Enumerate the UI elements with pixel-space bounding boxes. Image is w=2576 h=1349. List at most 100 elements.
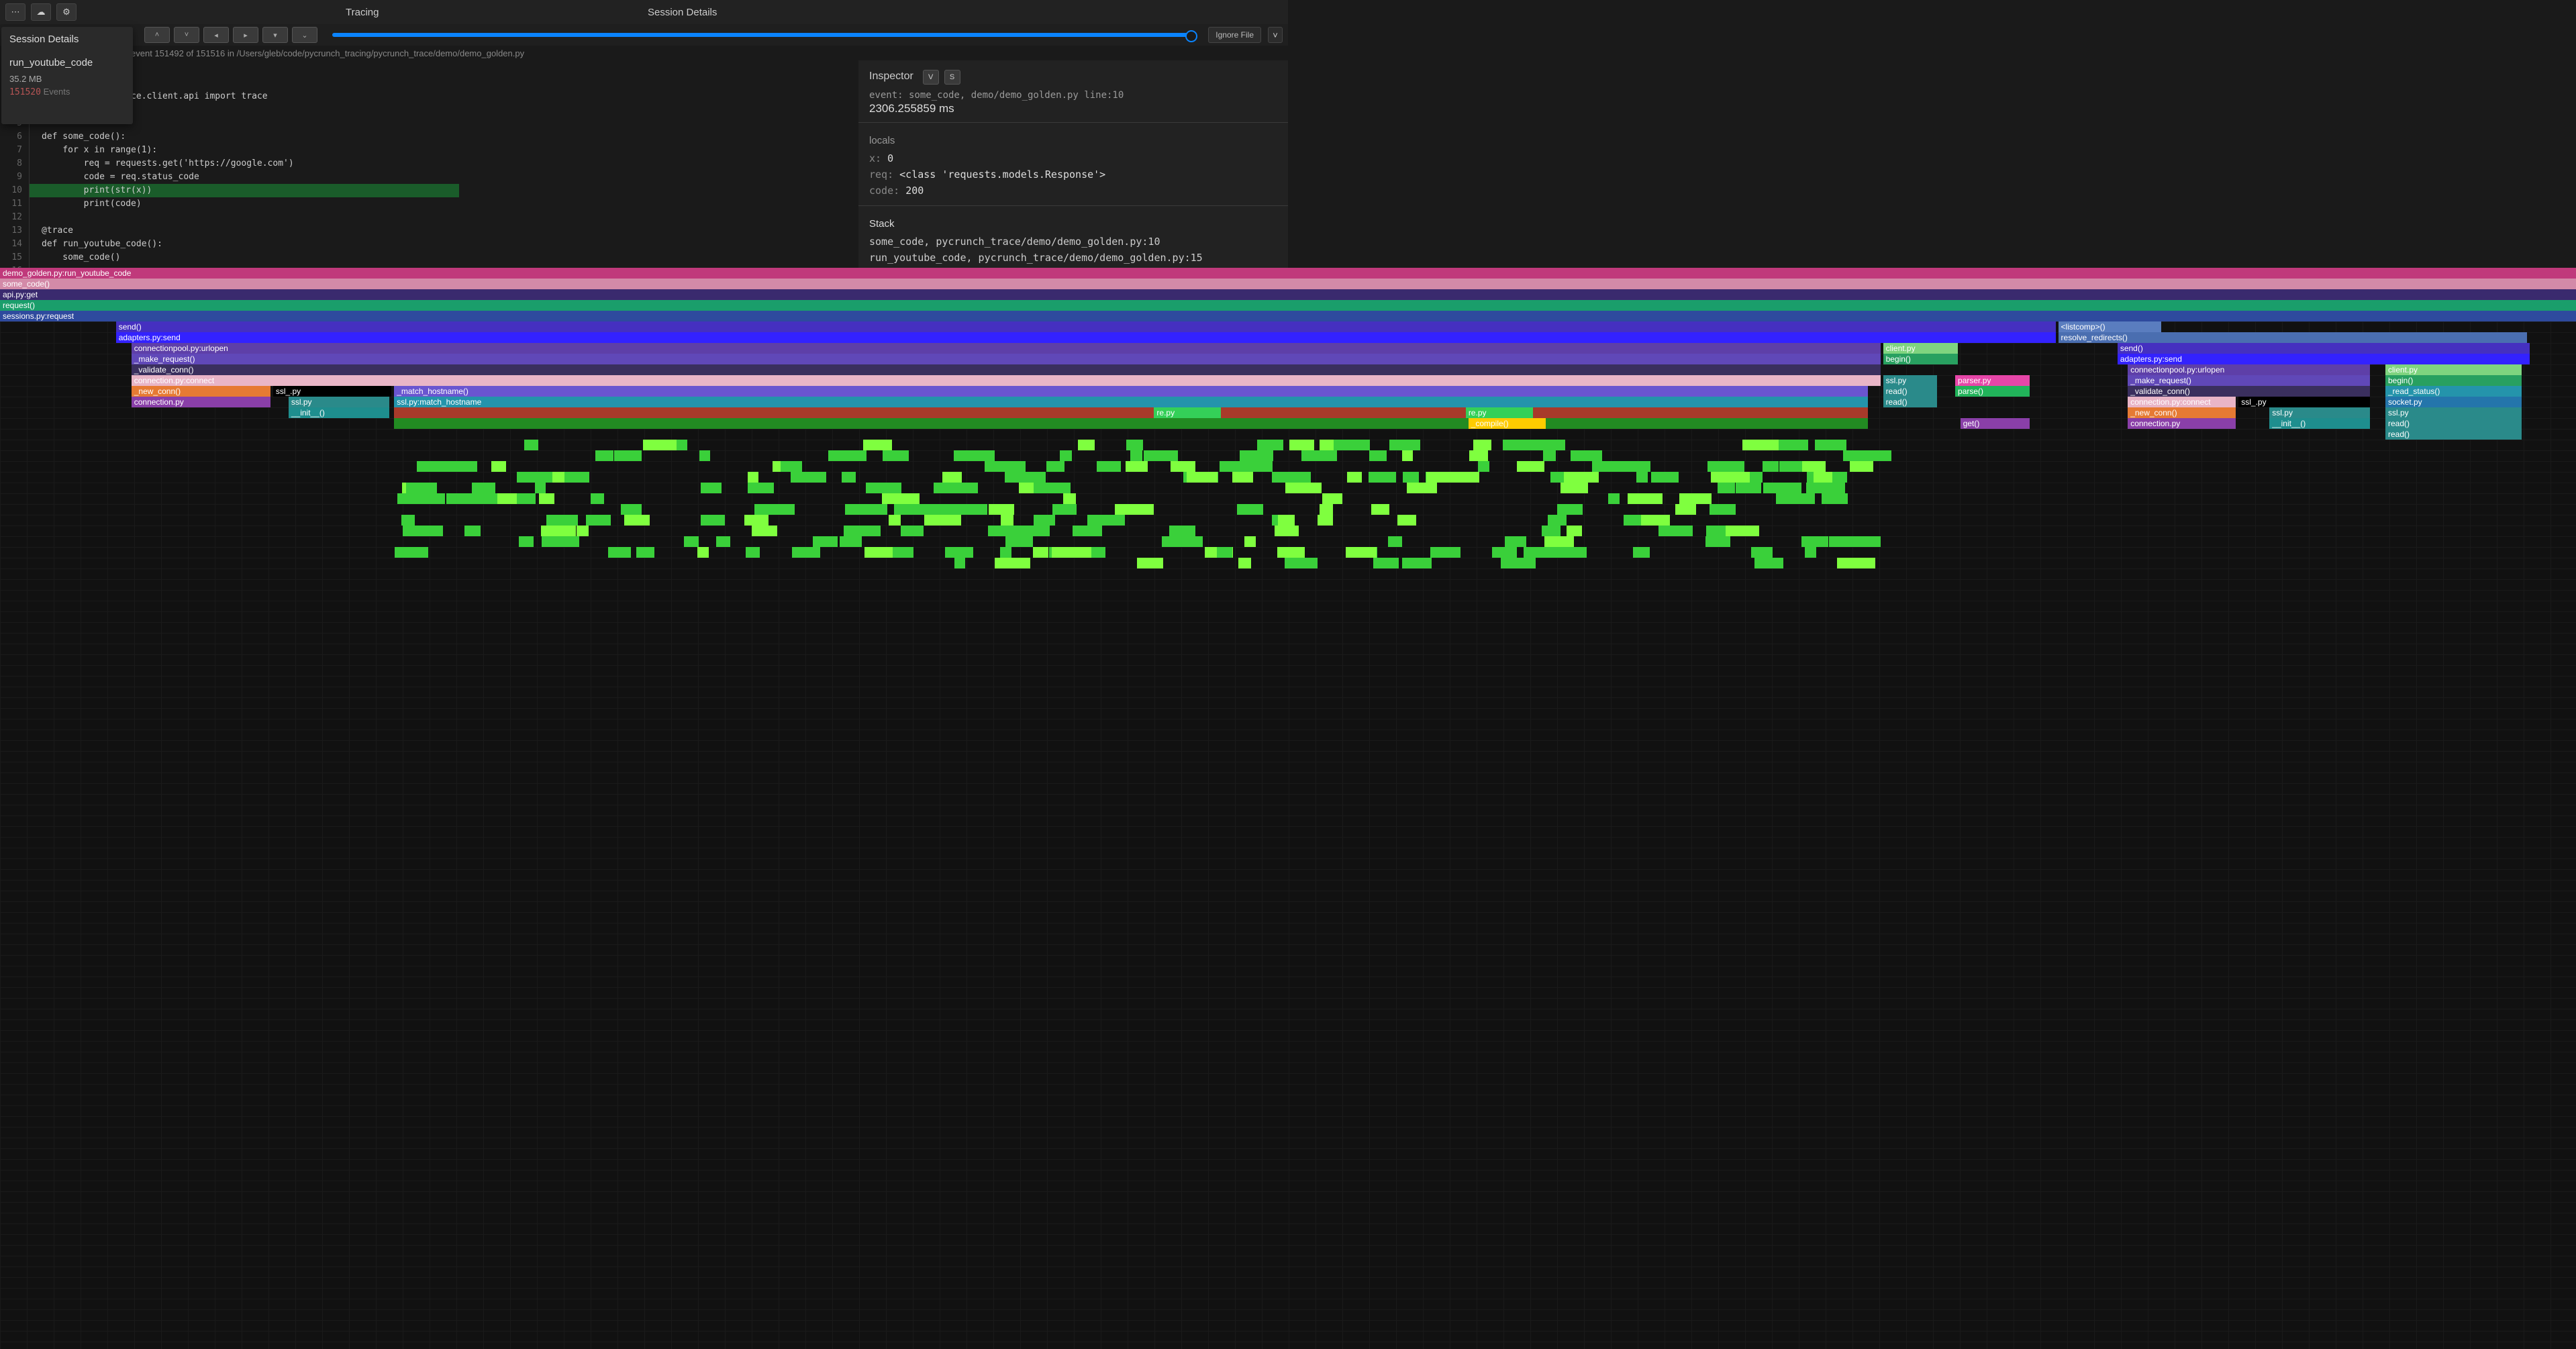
flame-block[interactable] (1052, 504, 1077, 515)
upload-button[interactable]: ☁ (31, 3, 51, 21)
flame-block[interactable] (1144, 450, 1177, 461)
flame-block[interactable]: read() (1883, 397, 1938, 407)
flame-block[interactable] (1426, 472, 1463, 483)
flame-block[interactable] (1567, 526, 1583, 536)
flame-block[interactable] (893, 547, 913, 558)
flame-block[interactable] (945, 547, 973, 558)
flame-block[interactable] (394, 407, 1867, 418)
flame-block[interactable] (791, 472, 826, 483)
flame-block[interactable] (1503, 440, 1537, 450)
flame-block[interactable] (395, 547, 428, 558)
flame-block[interactable] (1169, 526, 1195, 536)
flame-block[interactable] (1257, 440, 1283, 450)
flame-block[interactable] (1171, 461, 1195, 472)
flame-block[interactable] (1805, 547, 1816, 558)
flame-block[interactable] (894, 504, 934, 515)
flame-block[interactable] (1478, 461, 1489, 472)
flame-block[interactable]: connection.py:connect (132, 375, 1881, 386)
flame-block[interactable] (524, 440, 538, 450)
flame-block[interactable] (1628, 493, 1663, 504)
flame-block[interactable]: ssl.py (1883, 375, 1938, 386)
flame-block[interactable] (1397, 515, 1416, 526)
flame-block[interactable]: parser.py (1955, 375, 2030, 386)
flame-block[interactable]: socket.py (2385, 397, 2522, 407)
flame-block[interactable] (1742, 440, 1779, 450)
flame-block[interactable]: connection.py (132, 397, 270, 407)
flame-block[interactable] (1524, 547, 1565, 558)
flame-block[interactable] (1608, 493, 1619, 504)
flame-block[interactable] (1403, 472, 1419, 483)
flame-block[interactable]: adapters.py:send (116, 332, 2056, 343)
flame-block[interactable] (1535, 440, 1566, 450)
flame-block[interactable] (1232, 472, 1253, 483)
flame-block[interactable] (701, 483, 722, 493)
flame-block[interactable] (793, 547, 821, 558)
flame-block[interactable]: demo_golden.py:run_youtube_code (0, 268, 2576, 279)
flame-block[interactable] (1543, 450, 1556, 461)
flame-block[interactable]: resolve_redirects() (2059, 332, 2528, 343)
flame-block[interactable] (846, 504, 887, 515)
flame-block[interactable] (403, 526, 442, 536)
flame-block[interactable] (542, 536, 579, 547)
flame-block[interactable] (643, 440, 677, 450)
flame-block[interactable] (519, 536, 534, 547)
flame-block[interactable]: _new_conn() (2128, 407, 2236, 418)
flame-block[interactable]: parse() (1955, 386, 2030, 397)
flame-block[interactable] (1754, 558, 1784, 568)
flame-block[interactable] (1277, 547, 1304, 558)
flame-block[interactable] (676, 440, 687, 450)
flame-block[interactable] (1272, 472, 1311, 483)
flame-block[interactable] (716, 536, 731, 547)
flame-block[interactable]: connection.py (2128, 418, 2236, 429)
flame-block[interactable] (1402, 450, 1413, 461)
flame-block[interactable] (1679, 493, 1712, 504)
flame-block[interactable] (1299, 558, 1318, 568)
step-into-button[interactable]: ⌄ (292, 27, 317, 43)
settings-button[interactable]: ⚙ (56, 3, 77, 21)
flame-block[interactable] (1278, 515, 1295, 526)
flame-block[interactable] (1262, 461, 1273, 472)
flame-block[interactable] (1505, 536, 1526, 547)
session-name[interactable]: run_youtube_code (9, 57, 125, 68)
flame-block[interactable]: request() (0, 300, 2576, 311)
flame-block[interactable]: sessions.py:request (0, 311, 2576, 321)
flame-block[interactable] (1842, 536, 1876, 547)
flame-block[interactable] (1275, 526, 1299, 536)
flame-block[interactable] (1097, 461, 1121, 472)
flame-block[interactable] (464, 526, 480, 536)
flame-block[interactable]: _compile() (1469, 418, 1546, 429)
flame-block[interactable] (985, 461, 1026, 472)
flame-block[interactable] (1346, 547, 1377, 558)
flame-block[interactable]: connectionpool.py:urlopen (2128, 364, 2370, 375)
flame-block[interactable]: _make_request() (132, 354, 1881, 364)
flame-block[interactable] (752, 526, 777, 536)
flame-block[interactable] (1285, 483, 1322, 493)
flame-block[interactable] (1751, 547, 1773, 558)
flame-block[interactable] (1388, 536, 1402, 547)
flame-block[interactable] (1087, 515, 1125, 526)
flame-block[interactable]: begin() (2385, 375, 2522, 386)
flame-block[interactable] (1633, 547, 1649, 558)
flame-block[interactable] (1000, 547, 1012, 558)
flame-block[interactable] (1034, 483, 1071, 493)
flame-block[interactable] (1318, 515, 1334, 526)
flame-block[interactable] (406, 483, 437, 493)
flame-block[interactable]: begin() (1883, 354, 1958, 364)
flame-block[interactable] (748, 483, 774, 493)
flame-block[interactable] (1402, 558, 1432, 568)
flame-block[interactable]: read() (2385, 418, 2522, 429)
flame-block[interactable]: some_code() (0, 279, 2576, 289)
flame-block[interactable]: _validate_conn() (2128, 386, 2370, 397)
flame-block[interactable] (844, 526, 881, 536)
flame-block[interactable]: __init__() (289, 407, 389, 418)
timeline-slider[interactable] (332, 33, 1193, 37)
flame-block[interactable] (422, 461, 438, 472)
flame-block[interactable] (1137, 558, 1163, 568)
flame-block[interactable] (468, 493, 498, 504)
flame-block[interactable] (1005, 472, 1046, 483)
flame-block[interactable] (1060, 450, 1072, 461)
flame-block[interactable]: _match_hostname() (394, 386, 1867, 397)
flame-block[interactable] (813, 536, 838, 547)
flame-block[interactable]: send() (2118, 343, 2530, 354)
flame-block[interactable] (1612, 461, 1650, 472)
